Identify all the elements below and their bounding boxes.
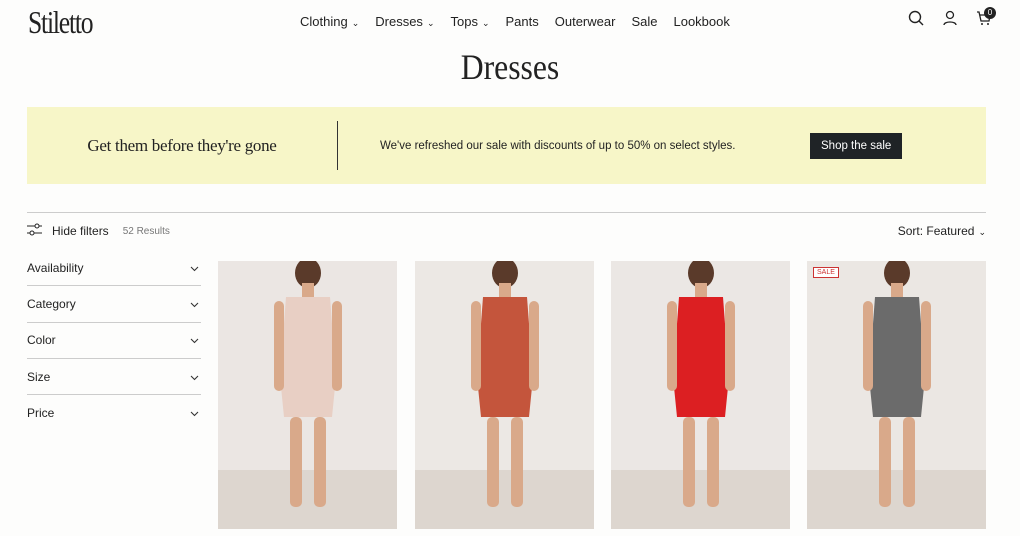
filter-category[interactable]: Category [27, 286, 201, 323]
search-icon[interactable] [908, 10, 924, 31]
nav-item-clothing[interactable]: Clothing ⌄ [300, 14, 359, 29]
chevron-down-icon [190, 406, 199, 420]
chevron-down-icon [190, 297, 199, 311]
filter-label: Size [27, 369, 51, 384]
product-card[interactable]: SALE [807, 261, 986, 529]
filter-sliders-icon [27, 223, 42, 239]
filter-availability[interactable]: Availability [27, 250, 201, 287]
brand-logo[interactable]: Stiletto [28, 4, 94, 41]
header-icons: 0 [908, 7, 996, 31]
cart-count-badge: 0 [984, 7, 996, 19]
nav-label: Dresses [375, 14, 423, 29]
product-image [471, 261, 539, 507]
filter-price[interactable]: Price [27, 395, 201, 431]
account-icon[interactable] [942, 10, 958, 31]
nav-item-outerwear[interactable]: Outerwear [555, 14, 616, 29]
product-card[interactable] [218, 261, 397, 529]
sort-dropdown[interactable]: Sort: Featured ⌄ [898, 224, 986, 238]
hide-filters-button[interactable]: Hide filters 52 Results [27, 223, 170, 239]
sort-label: Sort: Featured [897, 224, 975, 238]
nav-item-lookbook[interactable]: Lookbook [673, 14, 729, 29]
sale-banner: Get them before they're gone We've refre… [27, 107, 986, 184]
product-card[interactable] [611, 261, 790, 529]
product-card[interactable] [415, 261, 594, 529]
nav-item-pants[interactable]: Pants [506, 14, 539, 29]
filter-label: Color [27, 333, 56, 348]
hide-filters-label: Hide filters [52, 224, 109, 238]
filter-label: Price [27, 406, 55, 421]
page-title: Dresses [460, 47, 560, 87]
chevron-down-icon: ⌄ [351, 18, 360, 28]
main-nav: Clothing ⌄ Dresses ⌄ Tops ⌄ Pants Outerwear Sale… [300, 14, 730, 29]
chevron-down-icon: ⌄ [426, 18, 435, 28]
chevron-down-icon: ⌄ [481, 18, 490, 28]
filter-sidebar: Availability Category Color Size Price [27, 250, 201, 431]
sale-badge: SALE [813, 267, 839, 278]
chevron-down-icon [190, 333, 199, 347]
shop-sale-button[interactable]: Shop the sale [810, 132, 903, 159]
filter-color[interactable]: Color [27, 323, 201, 359]
divider [27, 212, 986, 213]
nav-label: Lookbook [673, 14, 730, 29]
nav-label: Tops [450, 14, 478, 29]
filter-label: Category [27, 296, 76, 311]
product-image [863, 261, 931, 507]
filter-label: Availability [27, 260, 84, 275]
nav-item-dresses[interactable]: Dresses ⌄ [375, 14, 434, 29]
cart-icon[interactable]: 0 [976, 7, 996, 31]
nav-label: Sale [631, 14, 658, 29]
chevron-down-icon: ⌄ [978, 227, 986, 237]
chevron-down-icon [190, 261, 199, 275]
banner-text: We've refreshed our sale with discounts … [380, 139, 736, 152]
product-image [274, 261, 342, 507]
filter-size[interactable]: Size [27, 359, 201, 396]
nav-label: Clothing [300, 14, 348, 29]
nav-label: Outerwear [554, 14, 616, 29]
nav-item-tops[interactable]: Tops ⌄ [450, 14, 489, 29]
nav-item-sale[interactable]: Sale [631, 14, 657, 29]
banner-heading: Get them before they're gone [87, 135, 277, 155]
results-count: 52 Results [122, 225, 170, 237]
chevron-down-icon [190, 370, 199, 384]
nav-label: Pants [505, 14, 539, 29]
product-image [667, 261, 735, 507]
banner-divider [337, 121, 338, 170]
